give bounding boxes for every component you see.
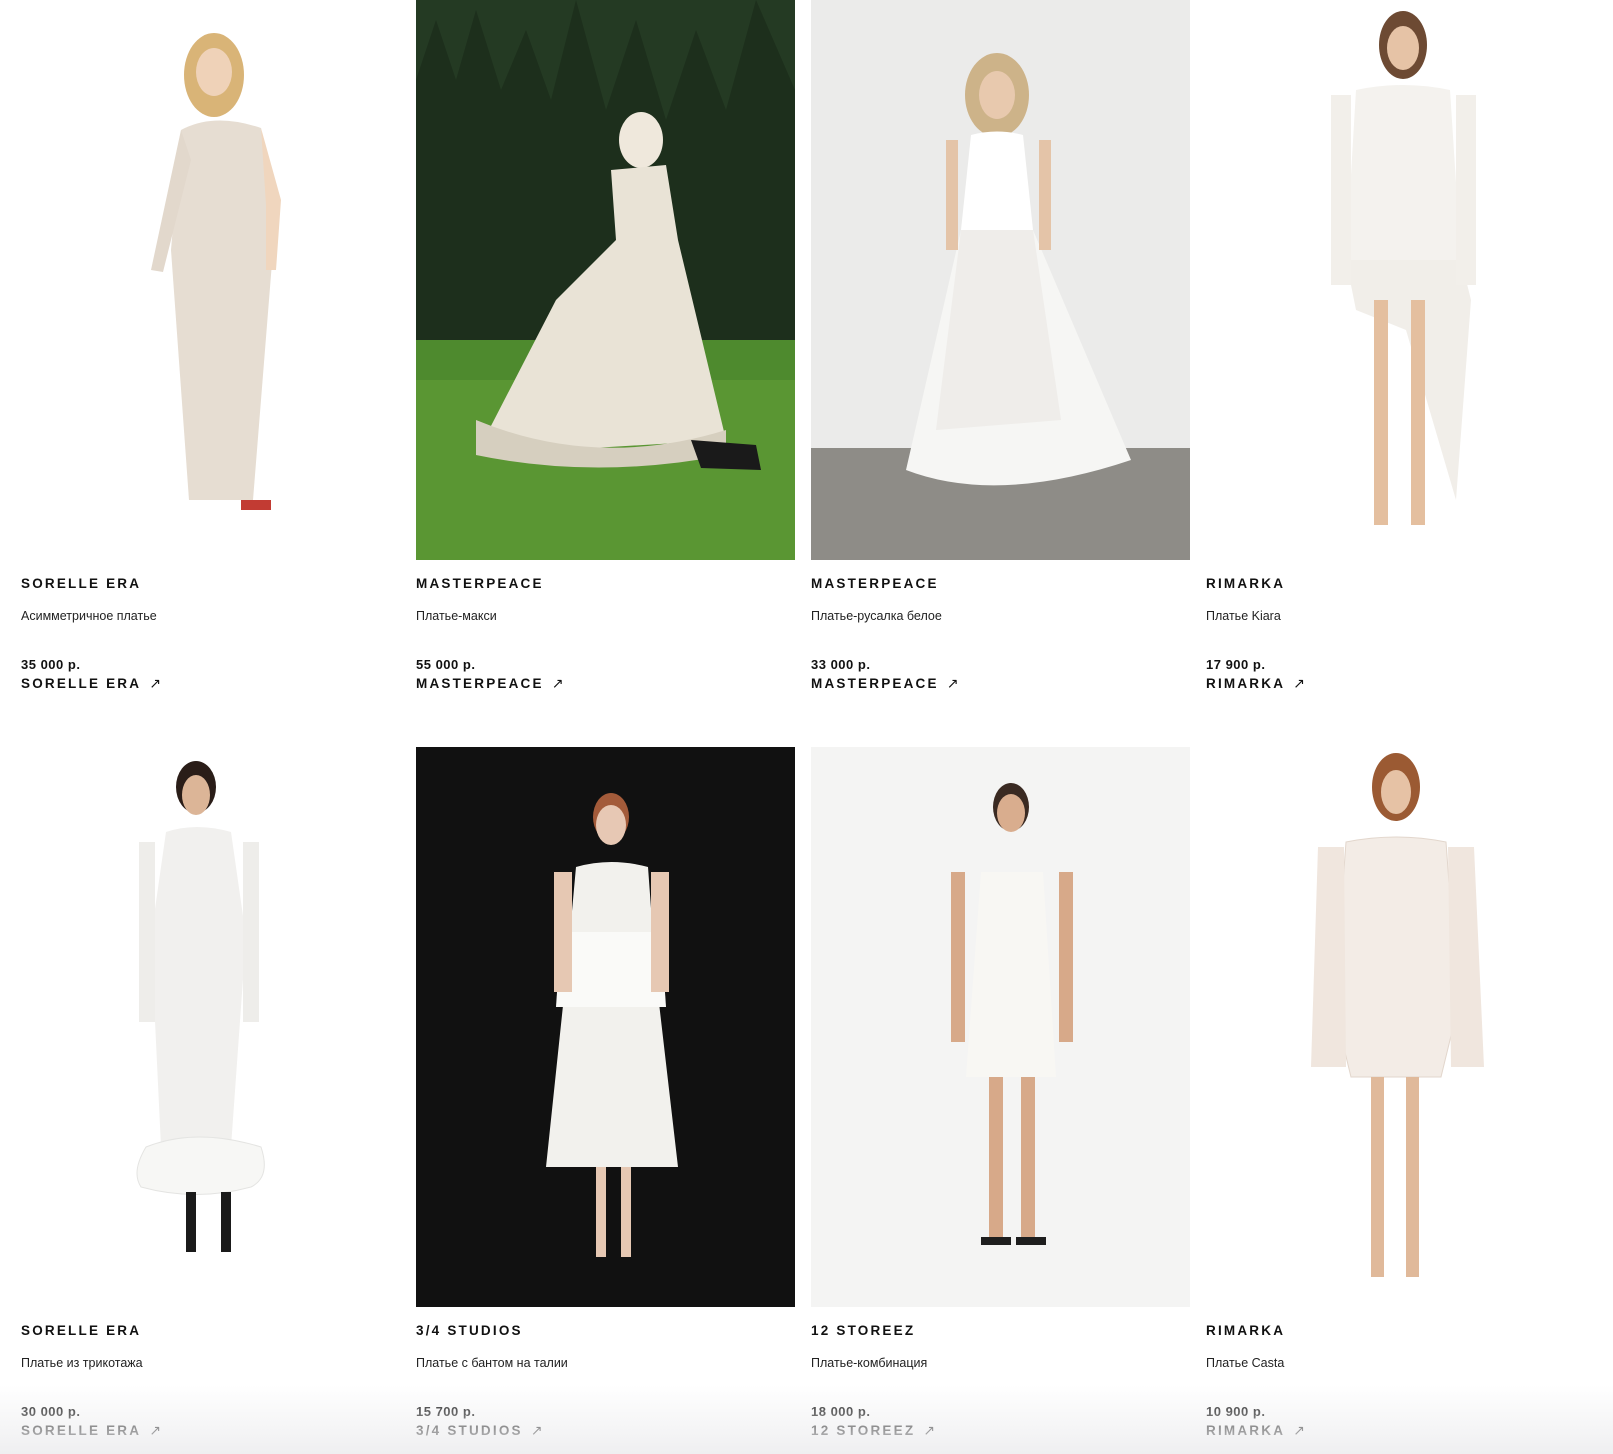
shop-link-label: MASTERPEACE: [416, 676, 544, 691]
product-name[interactable]: Платье из трикотажа: [21, 1356, 143, 1370]
shop-link[interactable]: 3/4 STUDIOS ↗: [416, 1422, 542, 1439]
bottom-fade: [0, 1385, 1613, 1454]
product-brand: 3/4 STUDIOS: [416, 1323, 523, 1338]
product-brand: RIMARKA: [1206, 576, 1286, 591]
arrow-up-right-icon: ↗: [946, 675, 959, 691]
product-photo[interactable]: [416, 747, 795, 1307]
product-photo[interactable]: [811, 747, 1190, 1307]
arrow-up-right-icon: ↗: [1293, 1422, 1305, 1438]
shop-link[interactable]: SORELLE ERA ↗: [21, 1422, 161, 1439]
product-brand: RIMARKA: [1206, 1323, 1286, 1338]
product-price: 17 900 р.: [1206, 657, 1266, 672]
shop-link-label: RIMARKA: [1206, 1423, 1286, 1438]
arrow-up-right-icon: ↗: [923, 1422, 936, 1438]
product-price: 35 000 р.: [21, 657, 81, 672]
product-photo[interactable]: [1206, 747, 1585, 1307]
arrow-up-right-icon: ↗: [551, 675, 564, 691]
product-photo[interactable]: [1206, 0, 1585, 560]
product-photo[interactable]: [811, 0, 1190, 560]
product-name[interactable]: Платье-макси: [416, 609, 497, 623]
shop-link[interactable]: 12 STOREEZ ↗: [811, 1422, 935, 1439]
product-price: 30 000 р.: [21, 1404, 81, 1419]
product-photo[interactable]: [21, 0, 400, 560]
shop-link[interactable]: RIMARKA ↗: [1206, 1422, 1305, 1439]
product-price: 33 000 р.: [811, 657, 871, 672]
arrow-up-right-icon: ↗: [149, 675, 161, 691]
arrow-up-right-icon: ↗: [149, 1422, 161, 1438]
arrow-up-right-icon: ↗: [1293, 675, 1305, 691]
arrow-up-right-icon: ↗: [530, 1422, 543, 1438]
shop-link[interactable]: MASTERPEACE ↗: [811, 675, 958, 692]
product-brand: SORELLE ERA: [21, 1323, 142, 1338]
shop-link-label: 12 STOREEZ: [811, 1423, 916, 1438]
product-photo[interactable]: [416, 0, 795, 560]
product-brand: MASTERPEACE: [811, 576, 939, 591]
product-brand: MASTERPEACE: [416, 576, 544, 591]
product-price: 55 000 р.: [416, 657, 476, 672]
product-price: 18 000 р.: [811, 1404, 871, 1419]
product-price: 15 700 р.: [416, 1404, 476, 1419]
product-name[interactable]: Платье с бантом на талии: [416, 1356, 568, 1370]
product-price: 10 900 р.: [1206, 1404, 1266, 1419]
product-name[interactable]: Платье-русалка белое: [811, 609, 942, 623]
shop-link-label: SORELLE ERA: [21, 1423, 142, 1438]
product-name[interactable]: Платье-комбинация: [811, 1356, 927, 1370]
product-brand: 12 STOREEZ: [811, 1323, 916, 1338]
shop-link[interactable]: SORELLE ERA ↗: [21, 675, 161, 692]
shop-link-label: MASTERPEACE: [811, 676, 939, 691]
product-brand: SORELLE ERA: [21, 576, 142, 591]
shop-link[interactable]: RIMARKA ↗: [1206, 675, 1305, 692]
product-name[interactable]: Платье Kiara: [1206, 609, 1281, 623]
shop-link-label: 3/4 STUDIOS: [416, 1423, 523, 1438]
product-photo[interactable]: [21, 747, 400, 1307]
product-name[interactable]: Асимметричное платье: [21, 609, 157, 623]
shop-link[interactable]: MASTERPEACE ↗: [416, 675, 563, 692]
product-name[interactable]: Платье Casta: [1206, 1356, 1284, 1370]
shop-link-label: SORELLE ERA: [21, 676, 142, 691]
shop-link-label: RIMARKA: [1206, 676, 1286, 691]
